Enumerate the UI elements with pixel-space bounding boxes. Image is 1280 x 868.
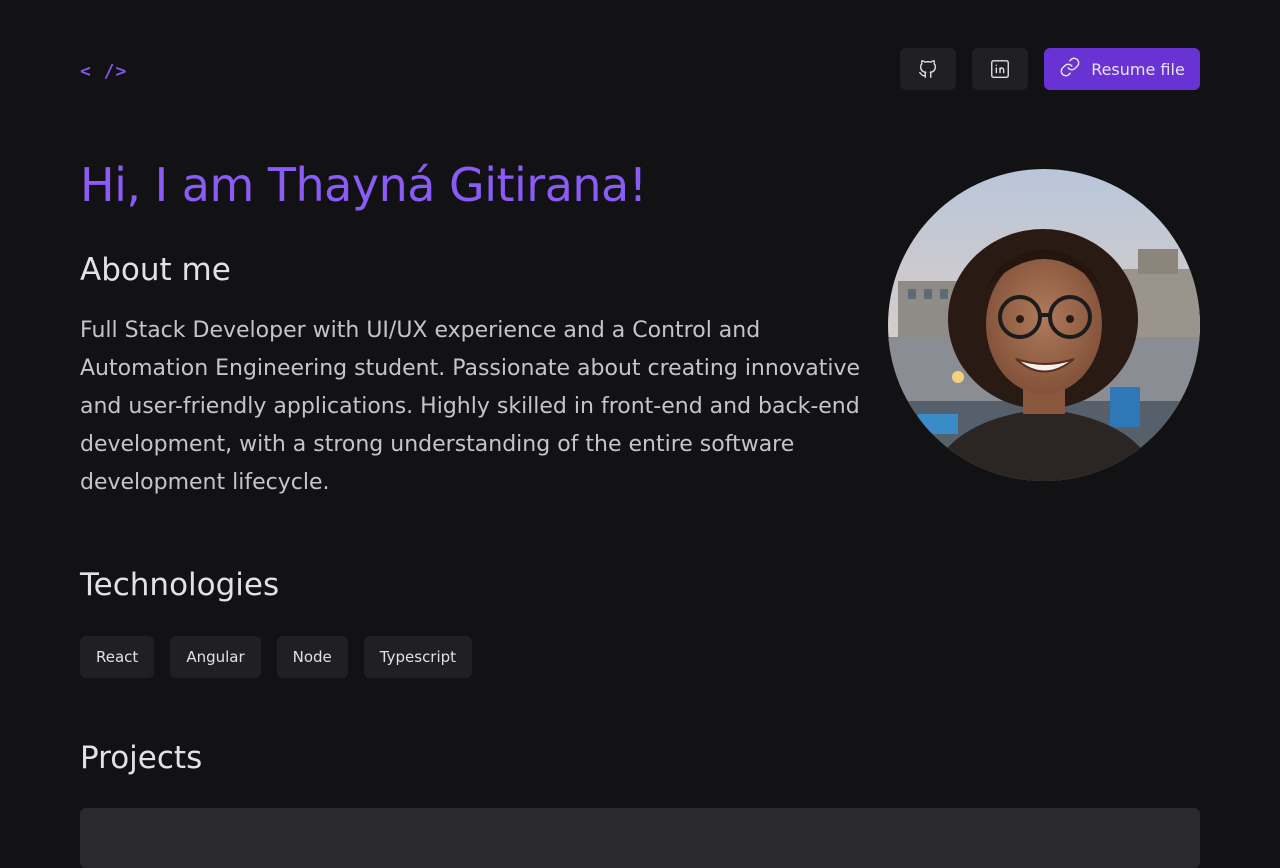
- about-heading: About me: [80, 252, 231, 288]
- site-header: < /> Resume file: [80, 48, 1200, 90]
- link-icon: [1059, 56, 1081, 82]
- resume-file-button[interactable]: Resume file: [1044, 48, 1200, 90]
- greeting-heading: Hi, I am Thayná Gitirana!: [80, 158, 647, 212]
- github-icon: [917, 58, 939, 80]
- github-button[interactable]: [900, 48, 956, 90]
- about-text: Full Stack Developer with UI/UX experien…: [80, 318, 861, 495]
- technologies-heading: Technologies: [80, 567, 280, 603]
- projects-heading: Projects: [80, 740, 203, 776]
- resume-file-label: Resume file: [1091, 59, 1185, 79]
- profile-photo: [888, 169, 1200, 481]
- header-actions: Resume file: [900, 48, 1200, 90]
- tech-tag-typescript: Typescript: [363, 636, 473, 678]
- tech-tag-node: Node: [276, 636, 348, 678]
- project-card[interactable]: [80, 808, 1200, 868]
- tech-tag-react: React: [80, 636, 155, 678]
- linkedin-icon: [989, 58, 1011, 80]
- tech-tag-angular: Angular: [170, 636, 261, 678]
- linkedin-button[interactable]: [972, 48, 1028, 90]
- logo[interactable]: < />: [80, 61, 127, 82]
- technologies-list: React Angular Node Typescript: [80, 636, 473, 678]
